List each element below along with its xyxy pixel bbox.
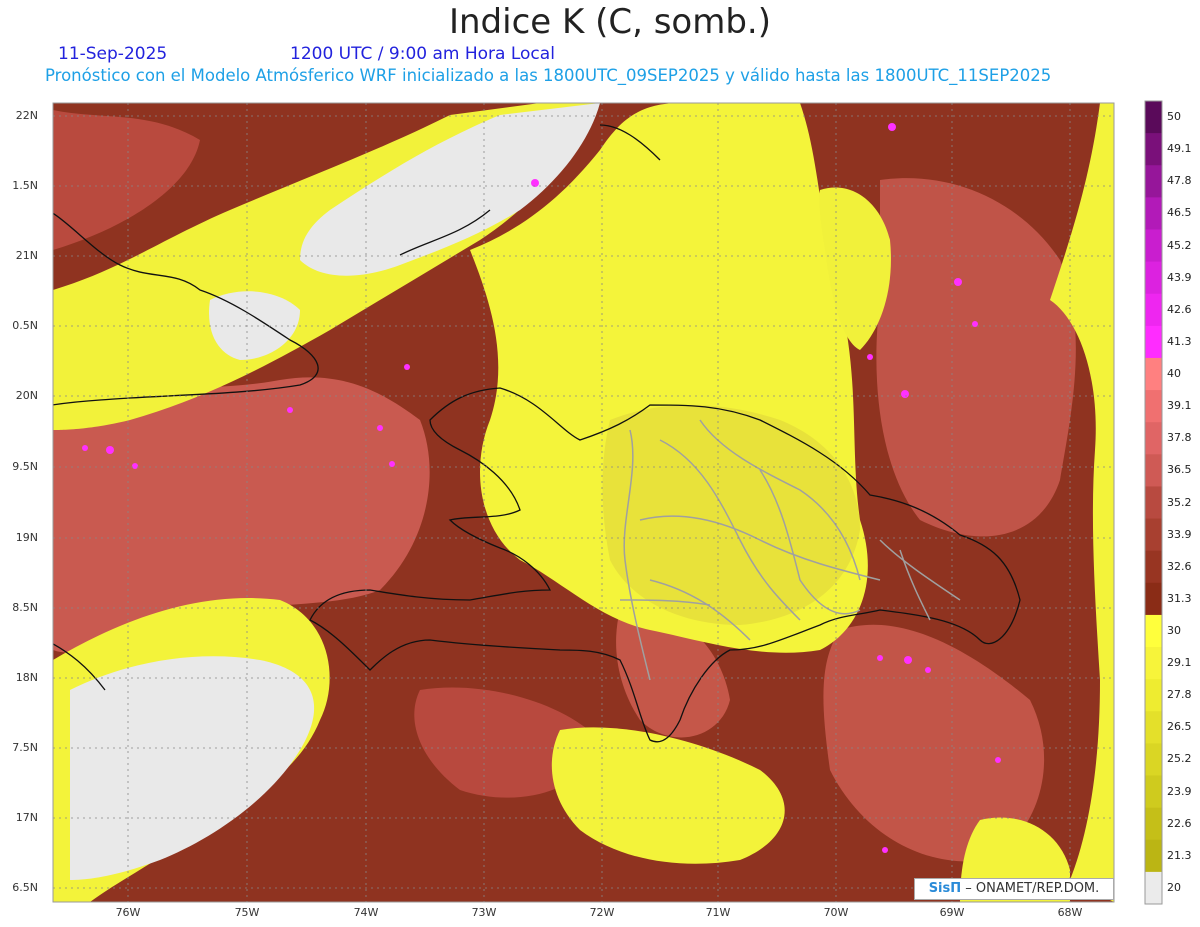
colorbar-swatch: [1145, 101, 1162, 134]
colorbar-swatch: [1145, 839, 1162, 873]
latitude-label: 20N: [15, 389, 38, 402]
colorbar-swatch: [1145, 357, 1162, 391]
colorbar-swatch: [1145, 133, 1162, 166]
colorbar-label: 22.6: [1167, 816, 1192, 830]
longitude-label: 69W: [939, 906, 965, 919]
colorbar-label: 35.2: [1167, 495, 1192, 509]
colorbar-label: 40: [1167, 367, 1181, 381]
k-index-map: [52, 100, 1163, 905]
colorbar-swatch: [1145, 614, 1162, 648]
colorbar-label: 39.1: [1167, 399, 1192, 413]
colorbar-swatch: [1145, 679, 1162, 712]
colorbar-swatch: [1145, 518, 1162, 552]
colorbar-swatch: [1145, 165, 1162, 198]
colorbar-label: 47.8: [1167, 174, 1192, 188]
colorbar-swatch: [1145, 807, 1162, 841]
longitude-label: 72W: [589, 906, 615, 919]
latitude-label: 22N: [15, 109, 38, 122]
colorbar-label: 45.2: [1167, 238, 1192, 252]
colorbar-label: 49.1: [1167, 142, 1192, 156]
latitude-label: 1.5N: [12, 179, 38, 192]
latitude-label: 6.5N: [12, 881, 38, 894]
colorbar-swatch: [1145, 775, 1162, 809]
colorbar-label: 37.8: [1167, 431, 1192, 445]
latitude-label: 8.5N: [12, 601, 38, 614]
longitude-label: 70W: [823, 906, 849, 919]
latitude-label: 9.5N: [12, 460, 38, 473]
colorbar-label: 21.3: [1167, 848, 1192, 862]
latitude-label: 0.5N: [12, 319, 38, 332]
longitude-label: 68W: [1057, 906, 1083, 919]
colorbar-label: 41.3: [1167, 334, 1192, 348]
credit-brand: SisΠ: [928, 881, 962, 896]
colorbar-label: 32.6: [1167, 559, 1192, 573]
colorbar-swatch: [1145, 871, 1162, 905]
longitude-label: 74W: [353, 906, 379, 919]
colorbar-label: 36.5: [1167, 463, 1192, 477]
colorbar-label: 46.5: [1167, 206, 1192, 220]
colorbar-label: 25.2: [1167, 752, 1192, 766]
colorbar-swatch: [1145, 390, 1162, 423]
colorbar-label: 33.9: [1167, 527, 1192, 541]
latitude-label: 21N: [15, 249, 38, 262]
latitude-label: 18N: [15, 671, 38, 684]
colorbar-swatch: [1145, 422, 1162, 455]
colorbar-label: 50: [1167, 110, 1181, 124]
colorbar-swatch: [1145, 454, 1162, 487]
colorbar-label: 27.8: [1167, 688, 1192, 702]
colorbar-swatch: [1145, 550, 1162, 584]
colorbar-swatch: [1145, 197, 1162, 230]
colorbar-swatch: [1145, 486, 1162, 520]
colorbar-swatch: [1145, 293, 1162, 327]
credit-box: SisΠ – ONAMET/REP.DOM.: [914, 878, 1114, 900]
colorbar-label: 30: [1167, 623, 1181, 637]
colorbar-swatch: [1145, 711, 1162, 744]
longitude-label: 76W: [115, 906, 141, 919]
colorbar-label: 42.6: [1167, 302, 1192, 316]
map-field: [53, 103, 1114, 902]
colorbar-swatch: [1145, 261, 1162, 295]
colorbar-label: 43.9: [1167, 270, 1192, 284]
colorbar-swatch: [1145, 743, 1162, 777]
latitude-label: 17N: [15, 811, 38, 824]
latitude-label: 19N: [15, 531, 38, 544]
colorbar-label: 31.3: [1167, 591, 1192, 605]
colorbar-label: 23.9: [1167, 784, 1192, 798]
colorbar-swatch: [1145, 647, 1162, 680]
colorbar: [1144, 100, 1163, 905]
colorbar-swatch: [1145, 229, 1162, 263]
colorbar-swatch: [1145, 325, 1162, 359]
colorbar-label: 29.1: [1167, 656, 1192, 670]
longitude-label: 75W: [234, 906, 260, 919]
latitude-label: 7.5N: [12, 741, 38, 754]
longitude-label: 71W: [705, 906, 731, 919]
colorbar-label: 20: [1167, 880, 1181, 894]
longitude-label: 73W: [471, 906, 497, 919]
credit-text: – ONAMET/REP.DOM.: [965, 881, 1100, 896]
colorbar-label: 26.5: [1167, 720, 1192, 734]
colorbar-swatch: [1145, 582, 1162, 616]
